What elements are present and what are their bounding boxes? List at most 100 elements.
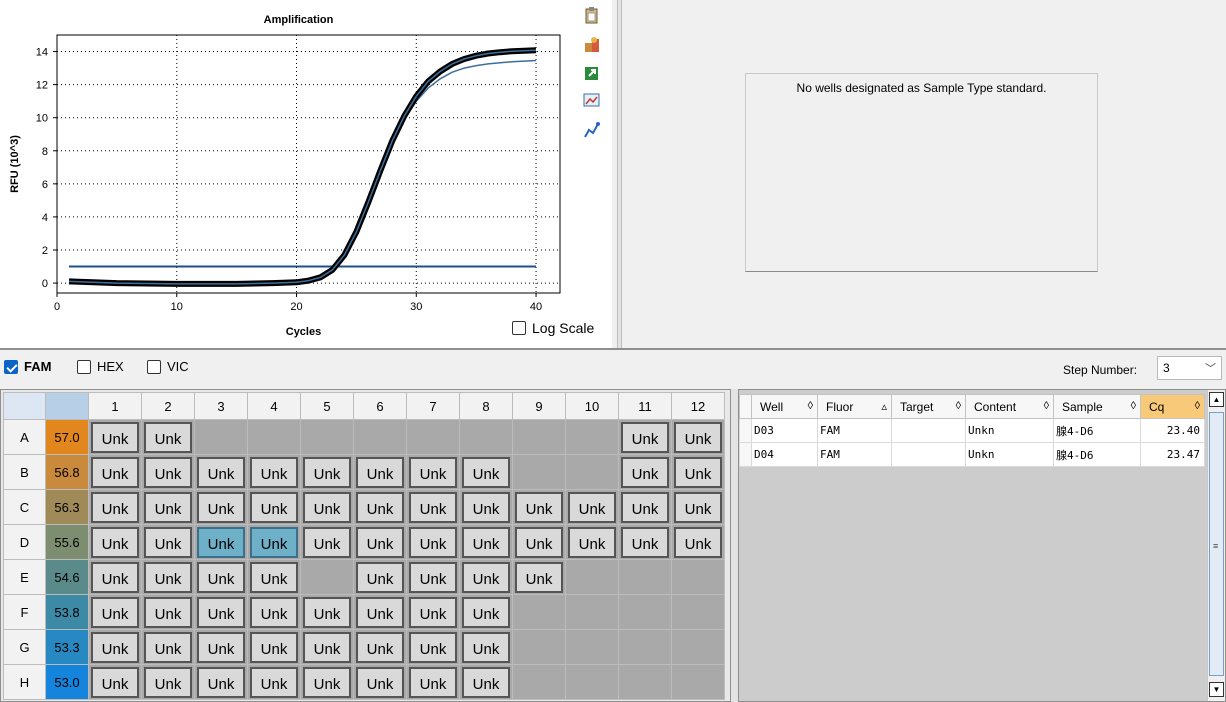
plate-well-E8[interactable]: Unk xyxy=(459,559,513,595)
plate-well-D4[interactable]: Unk xyxy=(247,524,301,560)
plate-well-G12[interactable] xyxy=(671,629,725,665)
table-row[interactable]: D03 FAM Unkn 腺4-D6 23.40 xyxy=(739,418,1205,443)
fam-check-box[interactable] xyxy=(4,359,18,374)
plate-row-header[interactable]: D xyxy=(3,524,46,560)
trace-styles-icon[interactable] xyxy=(582,120,602,140)
plate-well-F7[interactable]: Unk xyxy=(406,594,460,630)
plate-well-H9[interactable] xyxy=(512,664,566,700)
plate-well-A1[interactable]: Unk xyxy=(88,419,142,455)
scroll-up-button[interactable]: ▲ xyxy=(1209,392,1224,407)
plate-well-B3[interactable]: Unk xyxy=(194,454,248,490)
plate-well-E9[interactable]: Unk xyxy=(512,559,566,595)
plate-well-C6[interactable]: Unk xyxy=(353,489,407,525)
plate-corner[interactable] xyxy=(3,392,46,420)
plate-well-A7[interactable] xyxy=(406,419,460,455)
plate-well-A12[interactable]: Unk xyxy=(671,419,725,455)
plate-well-G9[interactable] xyxy=(512,629,566,665)
col-header-well[interactable]: Well ◊ xyxy=(751,394,818,419)
plate-col-header[interactable]: 8 xyxy=(459,392,513,420)
plate-well-D12[interactable]: Unk xyxy=(671,524,725,560)
plate-well-F1[interactable]: Unk xyxy=(88,594,142,630)
plate-well-B12[interactable]: Unk xyxy=(671,454,725,490)
plate-well-F12[interactable] xyxy=(671,594,725,630)
hex-check-box[interactable] xyxy=(77,359,91,374)
plate-well-A11[interactable]: Unk xyxy=(618,419,672,455)
plate-well-F10[interactable] xyxy=(565,594,619,630)
plate-col-header[interactable]: 7 xyxy=(406,392,460,420)
plate-well-A10[interactable] xyxy=(565,419,619,455)
plate-well-G4[interactable]: Unk xyxy=(247,629,301,665)
col-header-cq[interactable]: Cq ◊ xyxy=(1140,394,1205,419)
plate-well-F4[interactable]: Unk xyxy=(247,594,301,630)
col-header-content[interactable]: Content ◊ xyxy=(965,394,1054,419)
plate-well-C2[interactable]: Unk xyxy=(141,489,195,525)
cell-content[interactable]: Unkn xyxy=(965,442,1054,467)
plate-well-H10[interactable] xyxy=(565,664,619,700)
plate-well-F8[interactable]: Unk xyxy=(459,594,513,630)
plate-well-G5[interactable]: Unk xyxy=(300,629,354,665)
plate-well-C8[interactable]: Unk xyxy=(459,489,513,525)
log-scale-box[interactable] xyxy=(512,321,526,335)
plate-well-H7[interactable]: Unk xyxy=(406,664,460,700)
plate-well-D8[interactable]: Unk xyxy=(459,524,513,560)
plate-col-header[interactable]: 12 xyxy=(671,392,725,420)
plate-row-header[interactable]: A xyxy=(3,419,46,455)
plate-well-E12[interactable] xyxy=(671,559,725,595)
plate-well-A2[interactable]: Unk xyxy=(141,419,195,455)
plate-well-D5[interactable]: Unk xyxy=(300,524,354,560)
plate-well-B10[interactable] xyxy=(565,454,619,490)
plate-well-E10[interactable] xyxy=(565,559,619,595)
plate-col-header[interactable]: 2 xyxy=(141,392,195,420)
fluor-vic-checkbox[interactable]: VIC xyxy=(147,359,189,374)
plate-row-header[interactable]: E xyxy=(3,559,46,595)
plate-well-E2[interactable]: Unk xyxy=(141,559,195,595)
plate-row-header[interactable]: C xyxy=(3,489,46,525)
plate-col-header[interactable]: 10 xyxy=(565,392,619,420)
plate-well-F9[interactable] xyxy=(512,594,566,630)
plate-col-header[interactable]: 6 xyxy=(353,392,407,420)
cell-fluor[interactable]: FAM xyxy=(817,442,892,467)
col-header-sample[interactable]: Sample ◊ xyxy=(1053,394,1141,419)
export-icon[interactable] xyxy=(582,63,602,83)
plate-well-C4[interactable]: Unk xyxy=(247,489,301,525)
plate-well-D3[interactable]: Unk xyxy=(194,524,248,560)
plate-well-B9[interactable] xyxy=(512,454,566,490)
plate-col-header[interactable]: 4 xyxy=(247,392,301,420)
plate-well-C7[interactable]: Unk xyxy=(406,489,460,525)
plate-well-E3[interactable]: Unk xyxy=(194,559,248,595)
plate-well-H3[interactable]: Unk xyxy=(194,664,248,700)
col-header-fluor[interactable]: Fluor ▵ xyxy=(817,394,892,419)
plate-well-D11[interactable]: Unk xyxy=(618,524,672,560)
plate-well-F3[interactable]: Unk xyxy=(194,594,248,630)
row-selector[interactable] xyxy=(739,418,752,443)
plate-well-G2[interactable]: Unk xyxy=(141,629,195,665)
plate-well-F5[interactable]: Unk xyxy=(300,594,354,630)
copy-icon[interactable] xyxy=(582,6,602,26)
plate-col-header[interactable]: 3 xyxy=(194,392,248,420)
plate-well-G3[interactable]: Unk xyxy=(194,629,248,665)
plate-well-D10[interactable]: Unk xyxy=(565,524,619,560)
plate-well-G1[interactable]: Unk xyxy=(88,629,142,665)
log-scale-checkbox[interactable]: Log Scale xyxy=(512,320,594,336)
plate-well-H8[interactable]: Unk xyxy=(459,664,513,700)
plate-col-header[interactable]: 1 xyxy=(88,392,142,420)
panel-splitter-bottom[interactable] xyxy=(731,389,738,702)
plate-well-B7[interactable]: Unk xyxy=(406,454,460,490)
col-header-target[interactable]: Target ◊ xyxy=(891,394,966,419)
cell-target[interactable] xyxy=(891,418,966,443)
plate-well-H4[interactable]: Unk xyxy=(247,664,301,700)
plate-row-header[interactable]: F xyxy=(3,594,46,630)
plate-well-B5[interactable]: Unk xyxy=(300,454,354,490)
plate-well-A8[interactable] xyxy=(459,419,513,455)
plate-row-header[interactable]: H xyxy=(3,664,46,700)
paste-special-icon[interactable] xyxy=(582,34,602,54)
table-row[interactable]: D04 FAM Unkn 腺4-D6 23.47 xyxy=(739,442,1205,467)
plate-well-G7[interactable]: Unk xyxy=(406,629,460,665)
image-export-icon[interactable] xyxy=(582,90,602,110)
plate-well-E6[interactable]: Unk xyxy=(353,559,407,595)
step-number-select[interactable]: 3 ﹀ xyxy=(1157,356,1222,380)
plate-well-C1[interactable]: Unk xyxy=(88,489,142,525)
plate-well-D1[interactable]: Unk xyxy=(88,524,142,560)
plate-well-D6[interactable]: Unk xyxy=(353,524,407,560)
cell-sample[interactable]: 腺4-D6 xyxy=(1053,442,1141,467)
